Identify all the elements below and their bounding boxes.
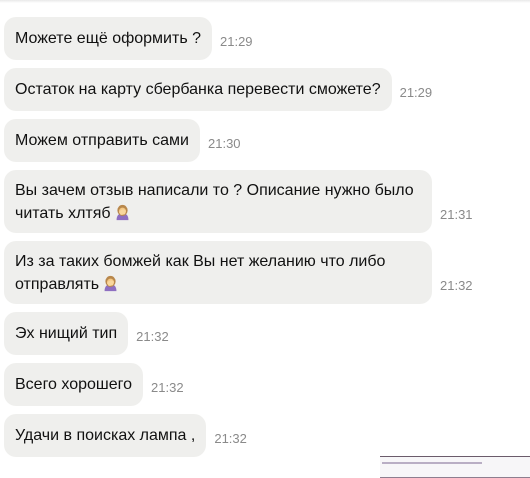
message-text: Эх нищий тип	[15, 325, 118, 342]
message-text: Остаток на карту сбербанка перевести смо…	[15, 81, 381, 98]
message-row: Эх нищий тип 21:32	[4, 312, 530, 355]
message-bubble[interactable]: Эх нищий тип	[4, 312, 129, 355]
message-time: 21:32	[214, 431, 247, 446]
message-text: Можем отправить сами	[15, 132, 189, 149]
message-row: Можем отправить сами 21:30	[4, 119, 530, 162]
message-row: Из за таких бомжей как Вы нет желанию чт…	[4, 241, 530, 304]
top-divider	[0, 0, 530, 3]
message-time: 21:32	[440, 278, 473, 293]
message-text-line: отправлять	[15, 276, 100, 293]
message-row: Удачи в поисках лампа , 21:32	[4, 414, 530, 457]
woman-facepalming-emoji	[104, 275, 117, 292]
message-row: Можете ещё оформить ? 21:29	[4, 17, 530, 60]
message-text: Удачи в поисках лампа ,	[15, 427, 196, 444]
message-bubble[interactable]: Остаток на карту сбербанка перевести смо…	[4, 68, 392, 111]
message-bubble[interactable]: Удачи в поисках лампа ,	[4, 414, 207, 457]
message-bubble[interactable]: Из за таких бомжей как Вы нет желанию чт…	[4, 241, 432, 304]
message-row: Вы зачем отзыв написали то ? Описание ну…	[4, 170, 530, 233]
message-text-line: Вы зачем отзыв написали то ? Описание ну…	[15, 182, 414, 199]
chat-thread: Можете ещё оформить ? 21:29 Остаток на к…	[0, 0, 530, 478]
message-row: Всего хорошего 21:32	[4, 363, 530, 406]
message-time: 21:32	[151, 380, 184, 395]
message-time: 21:29	[399, 85, 433, 100]
message-bubble[interactable]: Можем отправить сами	[4, 119, 200, 162]
message-bubble[interactable]: Вы зачем отзыв написали то ? Описание ну…	[4, 170, 432, 233]
message-time: 21:31	[440, 207, 473, 222]
message-text-line: Из за таких бомжей как Вы нет желанию чт…	[15, 253, 386, 270]
message-text-line: читать хлтяб	[15, 205, 111, 222]
message-bubble[interactable]: Всего хорошего	[4, 363, 144, 406]
message-text: Можете ещё оформить ?	[15, 30, 201, 47]
message-time: 21:29	[220, 34, 253, 49]
message-time: 21:30	[208, 136, 241, 151]
taskbar-thumbnail	[380, 456, 530, 478]
message-bubble[interactable]: Можете ещё оформить ?	[4, 17, 212, 60]
message-time: 21:32	[136, 329, 169, 344]
message-text: Всего хорошего	[15, 376, 133, 393]
woman-facepalming-emoji	[116, 204, 129, 221]
message-row: Остаток на карту сбербанка перевести смо…	[4, 68, 530, 111]
thumbnail-text-line	[382, 462, 482, 464]
